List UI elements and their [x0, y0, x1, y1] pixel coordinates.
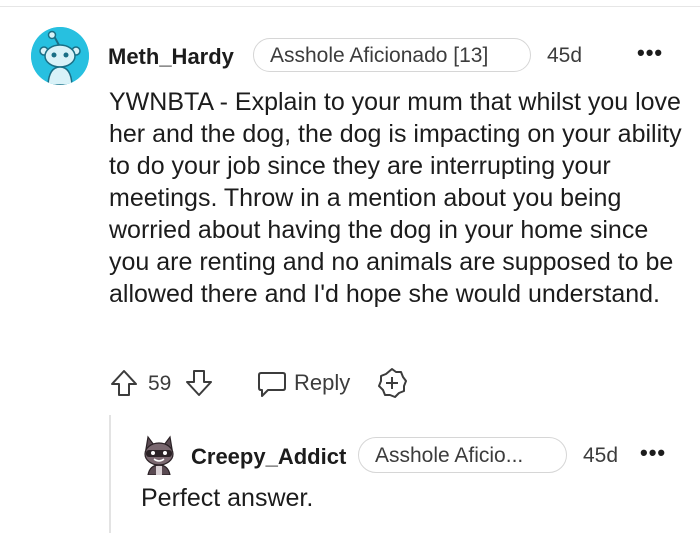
reply-more-icon[interactable]: •••: [640, 440, 666, 466]
top-divider: [0, 6, 700, 7]
snoo-avatar-icon[interactable]: [31, 27, 89, 85]
reply-user-flair: Asshole Aficio...: [358, 437, 567, 473]
comment-timestamp[interactable]: 45d: [547, 44, 582, 68]
downvote-icon[interactable]: [184, 368, 214, 398]
user-flair: Asshole Aficionado [13]: [253, 38, 531, 72]
reply-timestamp[interactable]: 45d: [583, 444, 618, 468]
award-add-icon[interactable]: [375, 366, 409, 400]
comment-bubble-icon: [258, 372, 286, 397]
vote-count: 59: [148, 372, 172, 395]
user-avatar-icon[interactable]: [140, 435, 178, 475]
reply-author[interactable]: Creepy_Addict: [191, 444, 346, 470]
reply-body: Perfect answer.: [141, 484, 314, 512]
thread-line[interactable]: [109, 415, 111, 533]
more-icon[interactable]: •••: [637, 40, 663, 66]
comment-author[interactable]: Meth_Hardy: [108, 44, 234, 70]
reply-label: Reply: [294, 370, 351, 395]
comment-body: YWNBTA - Explain to your mum that whilst…: [109, 88, 682, 308]
upvote-icon[interactable]: [109, 368, 139, 398]
